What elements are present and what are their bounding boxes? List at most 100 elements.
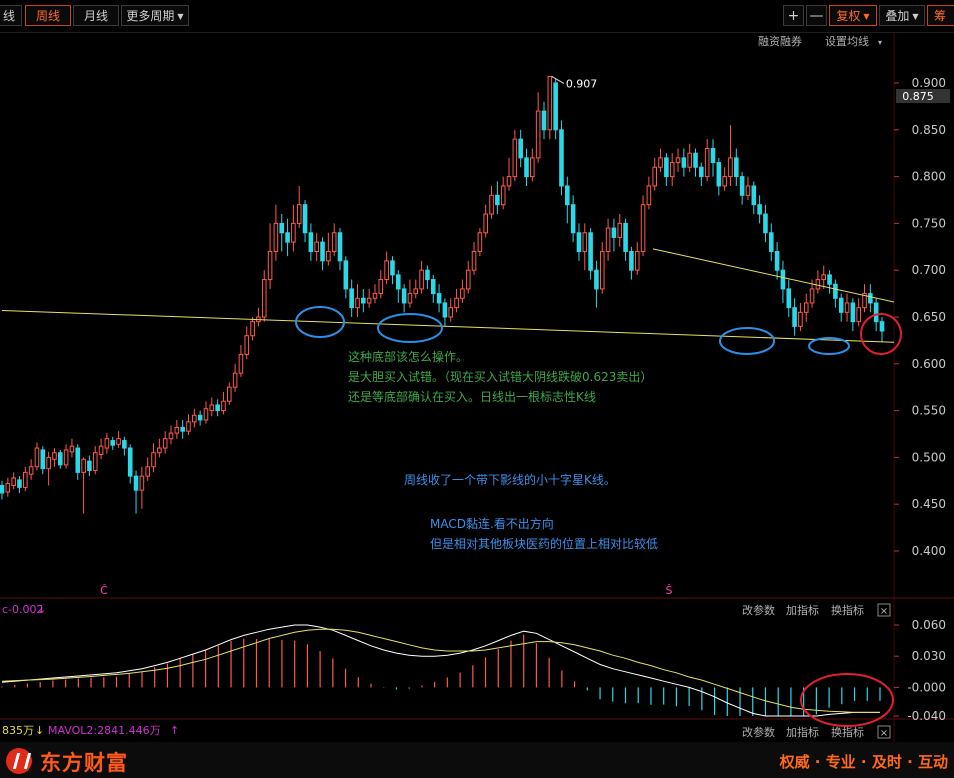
vol-switch-indicator[interactable]: 换指标: [831, 725, 864, 739]
vol-add-indicator[interactable]: 加指标: [786, 725, 819, 739]
candle-body: [250, 321, 255, 337]
candle-body: [757, 204, 762, 215]
chevron-down-icon: ▼: [177, 12, 184, 21]
tab-weekly[interactable]: 周线: [25, 5, 71, 26]
price-tick-label: 0.600: [912, 357, 946, 371]
candle-body: [617, 222, 623, 238]
candle-body: [162, 438, 168, 449]
brand-name: 东方财富: [40, 751, 128, 775]
marker-s: Ŝ: [666, 584, 673, 597]
annotation-line-6: 但是相对其他板块医药的位置上相对比较低: [430, 536, 658, 551]
candle-body: [337, 232, 343, 262]
marker-c: Ĉ: [100, 584, 108, 597]
tab-cut-label: 线: [2, 9, 15, 23]
chart-canvas[interactable]: 融资融券 设置均线 ▾ 0.900 0.850 0.800 0.750 0.700 0.6…: [0, 0, 954, 778]
candle-body: [611, 227, 617, 238]
candle-body: [768, 232, 774, 252]
candle-body: [98, 445, 104, 456]
candle-body: [518, 138, 523, 159]
close-icon: ×: [880, 606, 888, 617]
support-circle-2: [377, 313, 443, 343]
annotation-line-3: 还是等底部确认在买入。日线出一根标志性K线: [348, 389, 596, 404]
overlay-label: 叠加: [885, 9, 910, 23]
brand-footer: 东方财富 权威 · 专业 · 及时 · 互动: [0, 742, 954, 778]
candle-body: [634, 250, 640, 271]
candle-body: [751, 185, 757, 206]
chevron-down-icon: ▼: [912, 12, 919, 21]
plus-icon: +: [787, 8, 800, 24]
price-tick-label: 0.900: [912, 76, 946, 90]
candle-body: [5, 483, 11, 493]
macd-dif-line: [1, 624, 880, 717]
candle-body: [594, 269, 599, 290]
candle-body: [343, 260, 349, 290]
candle-body: [331, 232, 337, 252]
candle-body: [856, 307, 861, 323]
annotation-line-1: 这种底部该怎么操作。: [348, 349, 468, 364]
macd-tick-label: -0.040: [907, 709, 946, 723]
macd-edit-params[interactable]: 改参数: [742, 603, 775, 617]
link-rzrq[interactable]: 融资融券: [758, 34, 802, 48]
candle-body: [605, 227, 611, 252]
candle-body: [390, 260, 395, 276]
macd-tick-label: 0.030: [912, 649, 946, 663]
zoom-out-button[interactable]: —: [806, 5, 827, 26]
candle-body: [267, 250, 273, 281]
vol-label-1: 835万: [2, 724, 34, 737]
candle-body: [168, 432, 174, 440]
support-circle-3: [719, 327, 775, 355]
candle-body: [803, 302, 809, 313]
price-axis: 0.900 0.850 0.800 0.750 0.700 0.650 0.600 0.550…: [894, 76, 946, 558]
fuquan-button[interactable]: 复权 ▼: [829, 5, 877, 26]
candle-body: [582, 232, 588, 252]
candle-body: [844, 302, 850, 313]
candle-body: [75, 447, 81, 473]
macd-layer: [1, 624, 881, 717]
annotation-line-4: 周线收了一个带下影线的小十字星K线。: [404, 472, 616, 487]
overlay-button[interactable]: 叠加 ▼: [879, 5, 925, 26]
link-ma-settings[interactable]: 设置均线: [825, 34, 869, 48]
candle-body: [553, 82, 558, 131]
period-toolbar: 线 周线 月线 更多周期▼ + — 复权▼ 叠加▼ 筹码: [0, 0, 954, 33]
candle-body: [448, 307, 454, 318]
candle-body: [798, 311, 803, 327]
candle-body: [833, 283, 838, 299]
candle-body: [279, 222, 285, 234]
tab-more-periods[interactable]: 更多周期 ▼: [121, 5, 189, 26]
tab-monthly[interactable]: 月线: [73, 5, 119, 26]
zoom-in-button[interactable]: +: [783, 5, 804, 26]
candle-body: [547, 75, 553, 131]
candle-body: [40, 449, 46, 470]
candle-body: [361, 297, 366, 304]
close-icon: ×: [880, 728, 888, 739]
candle-body: [366, 297, 372, 304]
candle-body: [629, 250, 634, 271]
price-tick-label: 0.550: [912, 404, 946, 418]
candle-body: [559, 129, 564, 187]
candle-body: [541, 110, 547, 131]
current-price-label: 0.875: [902, 90, 934, 103]
vol-edit-params[interactable]: 改参数: [742, 725, 775, 739]
candle-body: [52, 452, 57, 460]
macd-switch-indicator[interactable]: 换指标: [831, 603, 864, 617]
candle-body: [69, 445, 75, 453]
candle-body: [302, 204, 308, 234]
candle-body: [535, 110, 541, 159]
candle-body: [664, 157, 669, 178]
candle-body: [372, 293, 378, 299]
candle-body: [879, 321, 885, 332]
candle-body: [739, 176, 745, 196]
tab-cut-left[interactable]: 线: [0, 5, 22, 26]
candle-body: [63, 449, 69, 466]
candle-body: [104, 438, 110, 449]
candle-body: [512, 138, 518, 178]
high-price-label: 0.907: [566, 77, 598, 90]
candle-body: [774, 250, 780, 271]
candle-body: [157, 447, 162, 454]
candle-body: [291, 222, 296, 243]
candle-body: [320, 241, 325, 262]
candle-body: [640, 204, 646, 252]
macd-add-indicator[interactable]: 加指标: [786, 603, 819, 617]
chips-button[interactable]: 筹码: [927, 5, 954, 26]
candle-body: [565, 185, 570, 206]
